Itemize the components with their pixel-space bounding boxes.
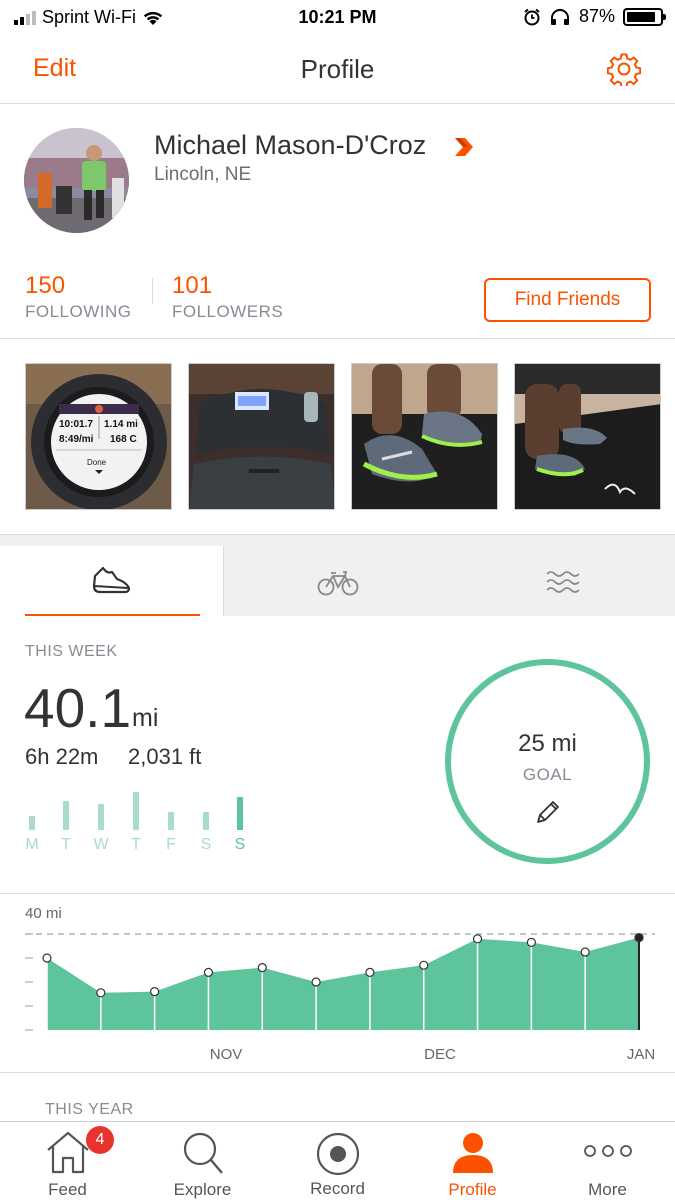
this-week-label: THIS WEEK: [25, 643, 118, 660]
weekday-label: S: [200, 836, 212, 853]
bottom-tab-bar: 4 Feed Explore Record Profile More: [0, 1121, 675, 1200]
battery-percent: 87%: [578, 6, 615, 26]
avatar[interactable]: [24, 128, 129, 233]
week-distance-unit: mi: [132, 704, 159, 732]
weekly-bar: [203, 812, 209, 830]
tab-swim[interactable]: [450, 546, 675, 616]
stat-divider: [152, 278, 153, 304]
notification-badge: 4: [86, 1126, 114, 1154]
tab-profile-label: Profile: [448, 1180, 497, 1199]
x-tick-label: JAN: [627, 1046, 655, 1063]
followers-label: FOLLOWERS: [172, 302, 284, 321]
divider: [0, 1072, 675, 1073]
data-point: [419, 960, 429, 970]
data-point: [257, 962, 267, 973]
gear-icon[interactable]: [607, 52, 641, 86]
data-point: [96, 988, 106, 998]
weekly-bar: [237, 797, 243, 830]
tab-profile[interactable]: Profile: [405, 1122, 540, 1200]
week-elevation: 2,031 ft: [128, 744, 202, 769]
tab-more[interactable]: More: [540, 1122, 675, 1200]
distance-history-chart: 40 mi NOV DEC JAN: [25, 905, 655, 1063]
following-label: FOLLOWING: [25, 302, 132, 321]
run-shoe-icon: [92, 566, 131, 594]
this-year-label: THIS YEAR: [45, 1101, 134, 1118]
find-friends-button[interactable]: Find Friends: [484, 278, 651, 322]
goal-value: 25 mi: [518, 730, 577, 757]
person-icon: [452, 1133, 493, 1173]
photo-thumbnail[interactable]: [514, 363, 661, 510]
alarm-icon: [524, 8, 540, 25]
tab-record-label: Record: [310, 1179, 365, 1198]
tab-ride[interactable]: [225, 546, 450, 616]
divider: [0, 338, 675, 339]
photo-thumbnail[interactable]: [351, 363, 498, 510]
tab-run[interactable]: [0, 546, 224, 616]
bike-icon: [317, 571, 359, 596]
week-time: 6h 22m: [25, 744, 99, 769]
tab-explore-label: Explore: [173, 1180, 232, 1199]
active-tab-indicator: [25, 614, 200, 616]
goal-ring[interactable]: [445, 659, 650, 864]
weekday-label: M: [25, 836, 39, 853]
record-icon: [316, 1132, 359, 1176]
weekly-bar: [168, 812, 174, 830]
nav-bar: Edit Profile: [0, 36, 675, 104]
data-point: [526, 937, 536, 948]
goal-label: GOAL: [522, 765, 573, 784]
divider: [0, 893, 675, 894]
data-point: [580, 947, 590, 957]
following-count[interactable]: 150: [25, 272, 65, 300]
weekday-label: W: [93, 836, 109, 853]
photo-thumbnail[interactable]: [188, 363, 335, 510]
watch-done: Done: [87, 458, 107, 467]
watch-pace: 8:49/mi: [59, 434, 94, 445]
weekday-label: T: [61, 836, 71, 853]
weekday-label: F: [166, 836, 176, 853]
battery-icon: [623, 7, 666, 26]
page-title: Profile: [300, 54, 375, 84]
weekly-bar: [133, 792, 139, 830]
swim-waves-icon: [546, 571, 580, 593]
tab-record[interactable]: Record: [270, 1122, 405, 1200]
data-point: [150, 986, 160, 997]
x-tick-label: DEC: [424, 1046, 456, 1063]
headphones-icon: [550, 8, 569, 25]
data-point: [42, 953, 52, 963]
weekly-bar: [29, 816, 35, 830]
home-icon: [46, 1131, 89, 1174]
weekday-label: S: [234, 836, 246, 853]
tab-feed[interactable]: 4 Feed: [0, 1122, 135, 1200]
weekly-bar: [98, 804, 104, 830]
chart-max-label: 40 mi: [25, 905, 62, 922]
watch-distance: 1.14 mi: [104, 419, 138, 430]
pencil-icon[interactable]: [534, 798, 562, 826]
athlete-location: Lincoln, NE: [154, 164, 252, 185]
tab-more-label: More: [588, 1180, 627, 1199]
tab-feed-label: Feed: [48, 1180, 87, 1199]
data-point: [203, 967, 214, 978]
data-point: [634, 932, 644, 943]
area-fill: [47, 937, 639, 1030]
search-icon: [183, 1132, 223, 1174]
x-tick-label: NOV: [210, 1046, 243, 1063]
data-point: [472, 934, 483, 944]
data-point: [365, 967, 375, 978]
weekday-label: T: [131, 836, 141, 853]
tab-explore[interactable]: Explore: [135, 1122, 270, 1200]
photo-thumbnail[interactable]: 10:01.7 1.14 mi 8:49/mi 168 C Done: [25, 363, 172, 510]
watch-temperature: 168 C: [110, 434, 137, 445]
athlete-name: Michael Mason-D'Croz: [154, 130, 427, 160]
more-dots-icon: [583, 1145, 632, 1157]
week-distance: 40.1: [24, 677, 132, 739]
followers-count[interactable]: 101: [172, 272, 212, 300]
weekly-bar: [63, 801, 69, 830]
status-bar: Sprint Wi-Fi 10:21 PM 87%: [0, 0, 675, 36]
watch-time: 10:01.7: [59, 419, 93, 430]
data-point: [311, 977, 321, 987]
premium-chevron-icon: [455, 138, 473, 156]
